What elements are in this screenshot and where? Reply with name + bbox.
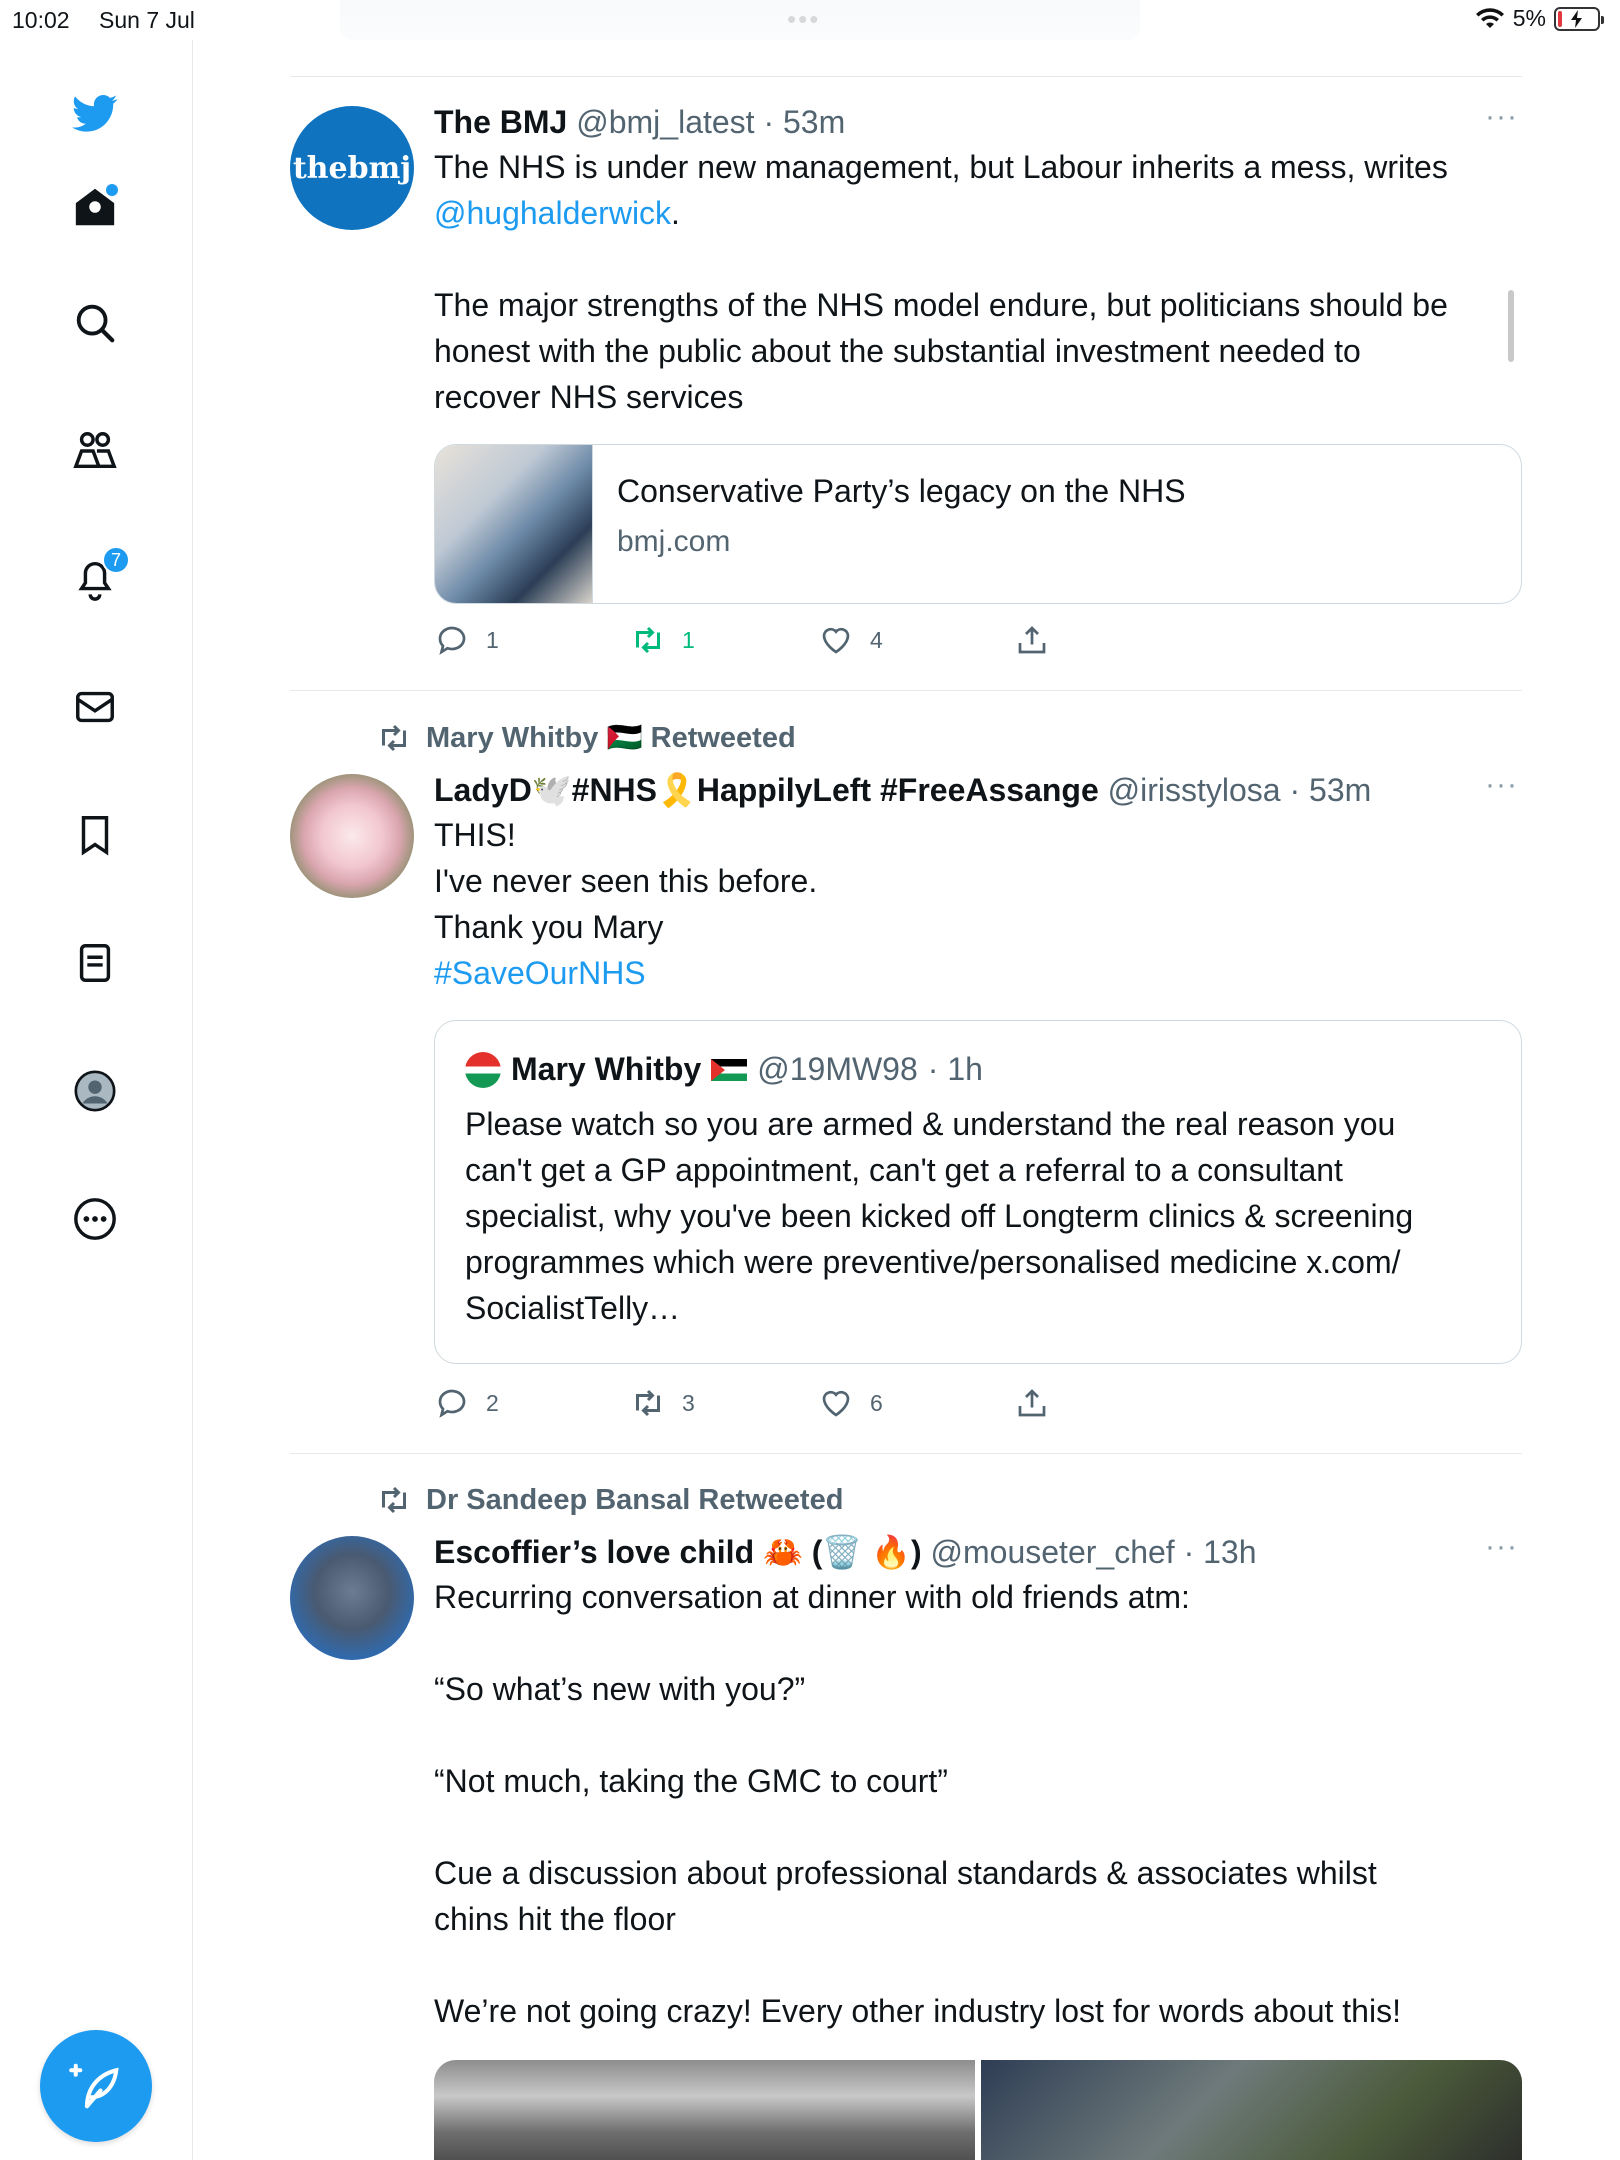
reply-icon bbox=[438, 1389, 466, 1418]
tweet-text: THIS! I've never seen this before. Thank… bbox=[434, 812, 1522, 996]
tweet-header: The BMJ @bmj_latest · 53m bbox=[434, 100, 1522, 144]
share-icon bbox=[1018, 626, 1046, 654]
like-button[interactable]: 6 bbox=[818, 1385, 883, 1421]
tweet-time[interactable]: · 53m bbox=[763, 104, 845, 140]
notifications-bell-icon[interactable]: 7 bbox=[70, 546, 130, 604]
share-button[interactable] bbox=[1014, 622, 1050, 658]
heart-icon bbox=[822, 1390, 850, 1417]
avatar[interactable]: thebmj bbox=[290, 106, 414, 230]
quote-author-name: Mary Whitby bbox=[511, 1051, 702, 1087]
quote-time: · 1h bbox=[927, 1051, 983, 1087]
quote-header: Mary Whitby @19MW98 · 1h bbox=[465, 1051, 983, 1088]
author-name[interactable]: LadyD🕊️#NHS🎗️HappilyLeft #FreeAssange bbox=[434, 772, 1099, 808]
retweeted-by-label[interactable]: Mary Whitby 🇵🇸 Retweeted bbox=[376, 720, 796, 756]
tweet-text: Recurring conversation at dinner with ol… bbox=[434, 1579, 1401, 2029]
tweet-time[interactable]: · 53m bbox=[1289, 772, 1371, 808]
reply-icon bbox=[438, 626, 466, 655]
like-button[interactable]: 4 bbox=[818, 622, 883, 658]
quote-author-handle: @19MW98 bbox=[757, 1051, 918, 1087]
sidebar: 7 bbox=[0, 40, 193, 2160]
home-icon[interactable] bbox=[70, 182, 120, 232]
link-card-title: Conservative Party’s legacy on the NHS bbox=[617, 473, 1186, 509]
home-new-dot bbox=[106, 184, 118, 196]
author-name[interactable]: The BMJ bbox=[434, 104, 567, 140]
bookmarks-icon[interactable] bbox=[70, 810, 120, 860]
reply-button[interactable]: 2 bbox=[434, 1385, 499, 1421]
author-name[interactable]: Escoffier’s love child 🦀 (🗑️ 🔥) bbox=[434, 1534, 922, 1570]
heart-icon bbox=[822, 627, 850, 654]
tweet-text: The NHS is under new management, but Lab… bbox=[434, 149, 1448, 415]
compose-tweet-button[interactable] bbox=[40, 2030, 152, 2142]
profile-avatar-icon[interactable] bbox=[70, 1066, 120, 1116]
retweet-icon bbox=[636, 1389, 660, 1417]
tweet-more-icon[interactable]: ··· bbox=[1485, 100, 1518, 134]
tweet-actions: 1 1 4 bbox=[434, 622, 1234, 662]
media-image[interactable] bbox=[434, 2060, 975, 2160]
quote-text: Please watch so you are armed & understa… bbox=[465, 1106, 1414, 1326]
retweet-icon bbox=[636, 626, 660, 654]
messages-envelope-icon[interactable] bbox=[70, 682, 120, 732]
quote-avatar bbox=[465, 1051, 501, 1088]
tweet-header: Escoffier’s love child 🦀 (🗑️ 🔥) @mousete… bbox=[434, 1530, 1522, 1574]
status-time: 10:02 bbox=[12, 7, 70, 33]
tweet-header: LadyD🕊️#NHS🎗️HappilyLeft #FreeAssange @i… bbox=[434, 768, 1522, 812]
tweet-more-icon[interactable]: ··· bbox=[1485, 768, 1518, 802]
media-image[interactable] bbox=[981, 2060, 1522, 2160]
avatar[interactable] bbox=[290, 774, 414, 898]
tweet-time[interactable]: · 13h bbox=[1184, 1534, 1257, 1570]
link-card-image bbox=[435, 445, 593, 603]
palestine-flag-icon bbox=[711, 1058, 748, 1081]
reply-button[interactable]: 1 bbox=[434, 622, 499, 658]
link-card[interactable]: Conservative Party’s legacy on the NHS b… bbox=[434, 444, 1522, 604]
battery-icon bbox=[1554, 6, 1604, 31]
status-date: Sun 7 Jul bbox=[99, 7, 195, 33]
retweet-icon bbox=[382, 724, 406, 752]
share-button[interactable] bbox=[1014, 1385, 1050, 1421]
timeline: thebmj The BMJ @bmj_latest · 53m The NHS… bbox=[290, 0, 1522, 2160]
quote-tweet[interactable]: Mary Whitby @19MW98 · 1h Please watch so… bbox=[434, 1020, 1522, 1364]
lists-icon[interactable] bbox=[70, 938, 120, 988]
tweet-actions: 2 3 6 bbox=[434, 1385, 1234, 1425]
compose-feather-icon bbox=[69, 2063, 119, 2109]
scrollbar-thumb[interactable] bbox=[1508, 290, 1514, 362]
link-card-domain: bmj.com bbox=[617, 525, 731, 558]
author-handle[interactable]: @bmj_latest bbox=[576, 104, 754, 140]
media-grid[interactable] bbox=[434, 2060, 1522, 2160]
share-icon bbox=[1018, 1389, 1046, 1417]
notifications-badge: 7 bbox=[102, 546, 130, 574]
search-icon[interactable] bbox=[70, 298, 120, 348]
retweet-button[interactable]: 1 bbox=[630, 622, 695, 658]
more-options-icon[interactable] bbox=[70, 1194, 120, 1244]
tweet-more-icon[interactable]: ··· bbox=[1485, 1530, 1518, 1564]
retweeted-by-label[interactable]: Dr Sandeep Bansal Retweeted bbox=[376, 1482, 843, 1518]
avatar[interactable] bbox=[290, 1536, 414, 1660]
hashtag-link[interactable]: #SaveOurNHS bbox=[434, 950, 1522, 996]
author-handle[interactable]: @irisstylosa bbox=[1108, 772, 1281, 808]
twitter-logo-icon[interactable] bbox=[70, 88, 120, 138]
retweet-button[interactable]: 3 bbox=[630, 1385, 695, 1421]
author-handle[interactable]: @mouseter_chef bbox=[931, 1534, 1175, 1570]
communities-icon[interactable] bbox=[70, 426, 120, 476]
mention-link[interactable]: @hughalderwick bbox=[434, 195, 671, 231]
retweet-icon bbox=[382, 1486, 406, 1514]
